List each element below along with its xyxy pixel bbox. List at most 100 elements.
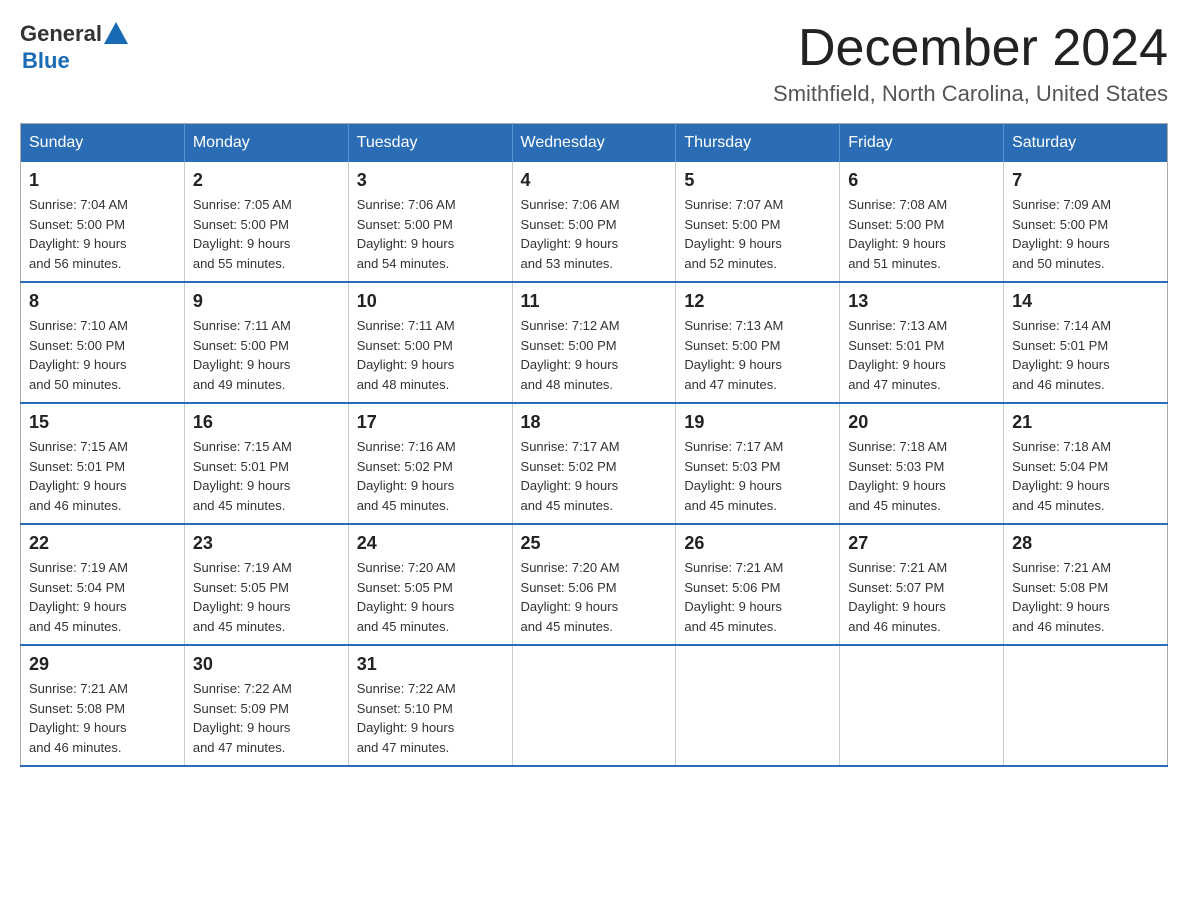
day-number: 29 xyxy=(29,654,176,675)
day-info: Sunrise: 7:13 AMSunset: 5:01 PMDaylight:… xyxy=(848,316,995,394)
day-number: 1 xyxy=(29,170,176,191)
day-number: 6 xyxy=(848,170,995,191)
calendar-cell: 25 Sunrise: 7:20 AMSunset: 5:06 PMDayligh… xyxy=(512,524,676,645)
day-number: 11 xyxy=(521,291,668,312)
day-number: 24 xyxy=(357,533,504,554)
calendar-cell xyxy=(512,645,676,766)
day-number: 30 xyxy=(193,654,340,675)
location-title: Smithfield, North Carolina, United State… xyxy=(773,81,1168,107)
day-info: Sunrise: 7:22 AMSunset: 5:09 PMDaylight:… xyxy=(193,679,340,757)
calendar-cell: 20 Sunrise: 7:18 AMSunset: 5:03 PMDayligh… xyxy=(840,403,1004,524)
day-info: Sunrise: 7:19 AMSunset: 5:04 PMDaylight:… xyxy=(29,558,176,636)
day-info: Sunrise: 7:21 AMSunset: 5:08 PMDaylight:… xyxy=(1012,558,1159,636)
day-info: Sunrise: 7:07 AMSunset: 5:00 PMDaylight:… xyxy=(684,195,831,273)
day-info: Sunrise: 7:13 AMSunset: 5:00 PMDaylight:… xyxy=(684,316,831,394)
day-number: 31 xyxy=(357,654,504,675)
day-number: 13 xyxy=(848,291,995,312)
day-of-week-monday: Monday xyxy=(184,124,348,163)
day-number: 3 xyxy=(357,170,504,191)
day-info: Sunrise: 7:05 AMSunset: 5:00 PMDaylight:… xyxy=(193,195,340,273)
logo-icon xyxy=(102,20,130,48)
day-info: Sunrise: 7:06 AMSunset: 5:00 PMDaylight:… xyxy=(521,195,668,273)
day-info: Sunrise: 7:06 AMSunset: 5:00 PMDaylight:… xyxy=(357,195,504,273)
day-number: 26 xyxy=(684,533,831,554)
day-number: 20 xyxy=(848,412,995,433)
day-info: Sunrise: 7:04 AMSunset: 5:00 PMDaylight:… xyxy=(29,195,176,273)
day-info: Sunrise: 7:18 AMSunset: 5:03 PMDaylight:… xyxy=(848,437,995,515)
day-number: 16 xyxy=(193,412,340,433)
day-number: 14 xyxy=(1012,291,1159,312)
calendar-cell: 7 Sunrise: 7:09 AMSunset: 5:00 PMDaylight… xyxy=(1004,162,1168,282)
calendar-cell: 22 Sunrise: 7:19 AMSunset: 5:04 PMDayligh… xyxy=(21,524,185,645)
day-info: Sunrise: 7:10 AMSunset: 5:00 PMDaylight:… xyxy=(29,316,176,394)
calendar-cell: 1 Sunrise: 7:04 AMSunset: 5:00 PMDaylight… xyxy=(21,162,185,282)
day-info: Sunrise: 7:09 AMSunset: 5:00 PMDaylight:… xyxy=(1012,195,1159,273)
day-info: Sunrise: 7:12 AMSunset: 5:00 PMDaylight:… xyxy=(521,316,668,394)
day-number: 4 xyxy=(521,170,668,191)
week-row-3: 15 Sunrise: 7:15 AMSunset: 5:01 PMDayligh… xyxy=(21,403,1168,524)
day-info: Sunrise: 7:17 AMSunset: 5:03 PMDaylight:… xyxy=(684,437,831,515)
day-number: 10 xyxy=(357,291,504,312)
day-info: Sunrise: 7:16 AMSunset: 5:02 PMDaylight:… xyxy=(357,437,504,515)
calendar-cell: 2 Sunrise: 7:05 AMSunset: 5:00 PMDaylight… xyxy=(184,162,348,282)
calendar-cell: 30 Sunrise: 7:22 AMSunset: 5:09 PMDayligh… xyxy=(184,645,348,766)
day-info: Sunrise: 7:19 AMSunset: 5:05 PMDaylight:… xyxy=(193,558,340,636)
day-info: Sunrise: 7:14 AMSunset: 5:01 PMDaylight:… xyxy=(1012,316,1159,394)
week-row-2: 8Sunrise: 7:10 AMSunset: 5:00 PMDaylight… xyxy=(21,282,1168,403)
day-of-week-friday: Friday xyxy=(840,124,1004,163)
day-info: Sunrise: 7:18 AMSunset: 5:04 PMDaylight:… xyxy=(1012,437,1159,515)
calendar-cell: 24Sunrise: 7:20 AMSunset: 5:05 PMDayligh… xyxy=(348,524,512,645)
calendar-cell: 14 Sunrise: 7:14 AMSunset: 5:01 PMDayligh… xyxy=(1004,282,1168,403)
day-info: Sunrise: 7:11 AMSunset: 5:00 PMDaylight:… xyxy=(193,316,340,394)
calendar-cell: 3 Sunrise: 7:06 AMSunset: 5:00 PMDaylight… xyxy=(348,162,512,282)
day-number: 23 xyxy=(193,533,340,554)
day-number: 17 xyxy=(357,412,504,433)
day-number: 21 xyxy=(1012,412,1159,433)
day-info: Sunrise: 7:21 AMSunset: 5:07 PMDaylight:… xyxy=(848,558,995,636)
day-number: 22 xyxy=(29,533,176,554)
day-of-week-wednesday: Wednesday xyxy=(512,124,676,163)
day-number: 25 xyxy=(521,533,668,554)
calendar-cell: 5Sunrise: 7:07 AMSunset: 5:00 PMDaylight… xyxy=(676,162,840,282)
calendar-cell: 6 Sunrise: 7:08 AMSunset: 5:00 PMDaylight… xyxy=(840,162,1004,282)
calendar-cell: 12 Sunrise: 7:13 AMSunset: 5:00 PMDayligh… xyxy=(676,282,840,403)
calendar-cell: 27 Sunrise: 7:21 AMSunset: 5:07 PMDayligh… xyxy=(840,524,1004,645)
day-number: 18 xyxy=(521,412,668,433)
calendar-cell: 16 Sunrise: 7:15 AMSunset: 5:01 PMDayligh… xyxy=(184,403,348,524)
day-info: Sunrise: 7:11 AMSunset: 5:00 PMDaylight:… xyxy=(357,316,504,394)
logo-blue-text: Blue xyxy=(22,48,70,73)
calendar-cell: 29 Sunrise: 7:21 AMSunset: 5:08 PMDayligh… xyxy=(21,645,185,766)
day-of-week-thursday: Thursday xyxy=(676,124,840,163)
calendar-cell: 28 Sunrise: 7:21 AMSunset: 5:08 PMDayligh… xyxy=(1004,524,1168,645)
day-info: Sunrise: 7:15 AMSunset: 5:01 PMDaylight:… xyxy=(193,437,340,515)
day-number: 19 xyxy=(684,412,831,433)
day-of-week-tuesday: Tuesday xyxy=(348,124,512,163)
day-number: 2 xyxy=(193,170,340,191)
calendar-cell xyxy=(840,645,1004,766)
title-area: December 2024 Smithfield, North Carolina… xyxy=(773,20,1168,107)
day-info: Sunrise: 7:08 AMSunset: 5:00 PMDaylight:… xyxy=(848,195,995,273)
week-row-5: 29 Sunrise: 7:21 AMSunset: 5:08 PMDayligh… xyxy=(21,645,1168,766)
day-info: Sunrise: 7:21 AMSunset: 5:06 PMDaylight:… xyxy=(684,558,831,636)
calendar-cell xyxy=(1004,645,1168,766)
calendar-table: SundayMondayTuesdayWednesdayThursdayFrid… xyxy=(20,123,1168,767)
logo: General Blue xyxy=(20,20,130,74)
day-info: Sunrise: 7:20 AMSunset: 5:06 PMDaylight:… xyxy=(521,558,668,636)
week-row-4: 22 Sunrise: 7:19 AMSunset: 5:04 PMDayligh… xyxy=(21,524,1168,645)
calendar-cell: 31 Sunrise: 7:22 AMSunset: 5:10 PMDayligh… xyxy=(348,645,512,766)
calendar-cell: 21 Sunrise: 7:18 AMSunset: 5:04 PMDayligh… xyxy=(1004,403,1168,524)
days-of-week-row: SundayMondayTuesdayWednesdayThursdayFrid… xyxy=(21,124,1168,163)
day-number: 27 xyxy=(848,533,995,554)
calendar-cell: 23 Sunrise: 7:19 AMSunset: 5:05 PMDayligh… xyxy=(184,524,348,645)
day-number: 12 xyxy=(684,291,831,312)
day-number: 15 xyxy=(29,412,176,433)
calendar-cell: 17 Sunrise: 7:16 AMSunset: 5:02 PMDayligh… xyxy=(348,403,512,524)
day-info: Sunrise: 7:21 AMSunset: 5:08 PMDaylight:… xyxy=(29,679,176,757)
day-number: 7 xyxy=(1012,170,1159,191)
day-info: Sunrise: 7:15 AMSunset: 5:01 PMDaylight:… xyxy=(29,437,176,515)
day-number: 28 xyxy=(1012,533,1159,554)
day-info: Sunrise: 7:22 AMSunset: 5:10 PMDaylight:… xyxy=(357,679,504,757)
calendar-cell: 9Sunrise: 7:11 AMSunset: 5:00 PMDaylight… xyxy=(184,282,348,403)
day-of-week-saturday: Saturday xyxy=(1004,124,1168,163)
calendar-cell: 15 Sunrise: 7:15 AMSunset: 5:01 PMDayligh… xyxy=(21,403,185,524)
